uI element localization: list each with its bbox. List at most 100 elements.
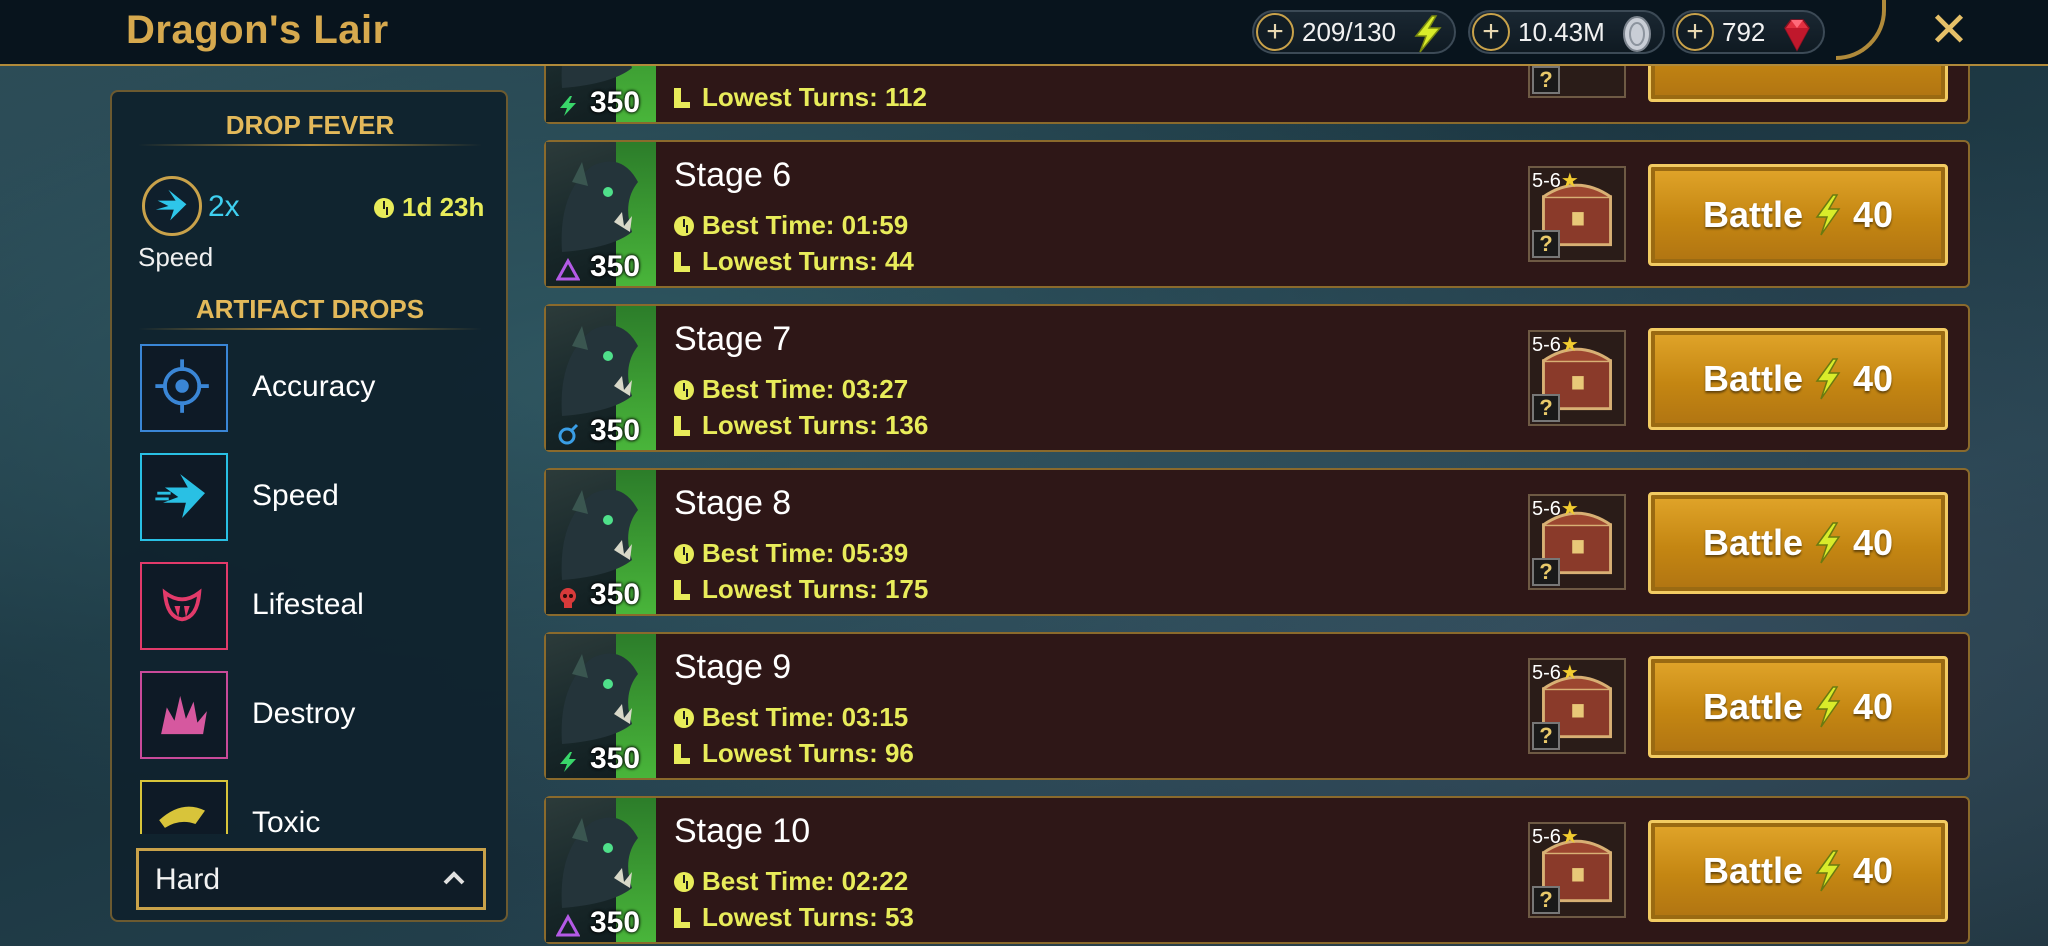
rank-text: 5-6 — [1532, 170, 1561, 192]
boss-portrait: 350 — [546, 470, 656, 614]
lowest-turns-text: Lowest Turns: 136 — [702, 410, 929, 440]
artifact-label: Destroy — [252, 697, 356, 730]
speed-fever-icon — [142, 176, 202, 236]
clock-icon — [674, 708, 694, 728]
difficulty-dropdown[interactable]: Hard — [136, 848, 486, 910]
energy-counter[interactable]: + 209/130 — [1252, 10, 1456, 54]
dragon-icon — [561, 161, 638, 252]
artifact-label: Lifesteal — [252, 588, 364, 621]
best-time: Best Time: 03:27 — [674, 374, 908, 405]
battle-button[interactable] — [1648, 66, 1948, 102]
boss-level: 350 — [590, 578, 641, 611]
boss-level: 350 — [590, 414, 641, 447]
lowest-turns-text: Lowest Turns: 44 — [702, 246, 914, 276]
battle-button[interactable]: Battle 40 — [1648, 820, 1948, 922]
reward-chest[interactable]: 5-6★ ? — [1528, 822, 1626, 918]
speed-icon — [140, 453, 228, 541]
lowest-turns-text: Lowest Turns: 53 — [702, 902, 914, 932]
add-silver-button[interactable]: + — [1472, 13, 1510, 51]
page-title: Dragon's Lair — [126, 8, 389, 52]
reward-chest[interactable]: 5-6★ ? — [1528, 494, 1626, 590]
energy-icon — [1815, 522, 1841, 564]
artifact-item-speed[interactable]: Speed — [140, 453, 490, 562]
energy-value: 209/130 — [1302, 16, 1396, 47]
battle-label: Battle — [1702, 686, 1803, 727]
ruby-icon — [1784, 19, 1811, 52]
reward-chest[interactable]: 5-6★ ? — [1528, 330, 1626, 426]
star-icon: ★ — [1560, 498, 1579, 520]
best-time-text: Best Time: 01:59 — [702, 210, 909, 240]
silver-counter[interactable]: + 10.43M — [1468, 10, 1665, 54]
boss-level: 350 — [590, 86, 641, 119]
reward-chest[interactable]: 5-6★ ? — [1528, 166, 1626, 262]
stage-row: 350 Stage 7 Best Time: 03:27 Lowest Turn… — [544, 304, 1970, 452]
stage-list[interactable]: 350 Lowest Turns: 112 ? 350 Stage 6 Best… — [544, 66, 1970, 946]
boss-portrait: 350 — [546, 66, 656, 122]
battle-button[interactable]: Battle 40 — [1648, 164, 1948, 266]
rank-label: 5-6★ — [1532, 496, 1579, 521]
stage-name: Stage 8 — [674, 484, 792, 522]
question-icon: ? — [1532, 886, 1560, 914]
rank-text: 5-6 — [1532, 826, 1561, 848]
energy-cost: 40 — [1852, 850, 1894, 891]
energy-cost: 40 — [1852, 358, 1894, 399]
lowest-turns-text: Lowest Turns: 112 — [702, 82, 927, 112]
rank-label: 5-6★ — [1532, 824, 1579, 849]
stage-row: 350 Stage 8 Best Time: 05:39 Lowest Turn… — [544, 468, 1970, 616]
artifact-item-destroy[interactable]: Destroy — [140, 671, 490, 780]
difficulty-selected: Hard — [155, 863, 221, 896]
battle-button[interactable]: Battle 40 — [1648, 656, 1948, 758]
best-time: Best Time: 02:22 — [674, 866, 908, 897]
artifact-label: Accuracy — [252, 370, 376, 403]
battle-label: Battle — [1702, 358, 1803, 399]
clock-icon — [674, 872, 694, 892]
rank-label: 5-6★ — [1532, 332, 1579, 357]
rank-text: 5-6 — [1532, 662, 1561, 684]
speed-affinity-icon — [560, 96, 576, 116]
close-button[interactable]: ✕ — [1924, 6, 1974, 56]
gems-counter[interactable]: + 792 — [1672, 10, 1826, 54]
force-affinity-icon — [560, 588, 576, 608]
stage-name: Stage 6 — [674, 156, 792, 194]
gems-value: 792 — [1722, 16, 1766, 47]
rank-label: 5-6★ — [1532, 660, 1579, 685]
energy-cost: 40 — [1852, 522, 1894, 563]
lowest-turns: Lowest Turns: 112 — [674, 82, 927, 113]
stage-name: Stage 7 — [674, 320, 792, 358]
divider — [138, 328, 482, 330]
rank-text: 5-6 — [1532, 334, 1561, 356]
dragon-icon — [561, 817, 638, 908]
artifact-item-toxic[interactable]: Toxic — [140, 780, 490, 834]
energy-icon — [1414, 15, 1442, 53]
boot-icon — [674, 88, 690, 108]
boss-level: 350 — [590, 906, 641, 939]
artifact-list[interactable]: Accuracy Speed Lifesteal Destroy Toxic — [140, 344, 490, 834]
stage-name: Stage 10 — [674, 812, 811, 850]
reward-chest[interactable]: 5-6★ ? — [1528, 658, 1626, 754]
best-time-text: Best Time: 02:22 — [702, 866, 909, 896]
boot-icon — [674, 252, 690, 272]
stage-row: 350 Stage 9 Best Time: 03:15 Lowest Turn… — [544, 632, 1970, 780]
boss-portrait: 350 — [546, 142, 656, 286]
divider — [138, 144, 482, 146]
dragon-icon — [561, 489, 638, 580]
battle-button[interactable]: Battle 40 — [1648, 328, 1948, 430]
battle-label: Battle — [1702, 850, 1803, 891]
rank-label: 5-6★ — [1532, 168, 1579, 193]
best-time-text: Best Time: 05:39 — [702, 538, 909, 568]
question-icon: ? — [1532, 394, 1560, 422]
add-gems-button[interactable]: + — [1676, 13, 1714, 51]
artifact-item-accuracy[interactable]: Accuracy — [140, 344, 490, 453]
boot-icon — [674, 580, 690, 600]
fever-timer-text: 1d 23h — [402, 192, 485, 222]
reward-chest[interactable]: ? — [1528, 66, 1626, 98]
lifesteal-icon — [140, 562, 228, 650]
energy-cost: 40 — [1852, 194, 1894, 235]
add-energy-button[interactable]: + — [1256, 13, 1294, 51]
stage-row: 350 Lowest Turns: 112 ? — [544, 66, 1970, 124]
boss-portrait: 350 — [546, 798, 656, 942]
artifact-item-lifesteal[interactable]: Lifesteal — [140, 562, 490, 671]
best-time: Best Time: 01:59 — [674, 210, 908, 241]
dragon-icon — [561, 325, 638, 416]
battle-button[interactable]: Battle 40 — [1648, 492, 1948, 594]
